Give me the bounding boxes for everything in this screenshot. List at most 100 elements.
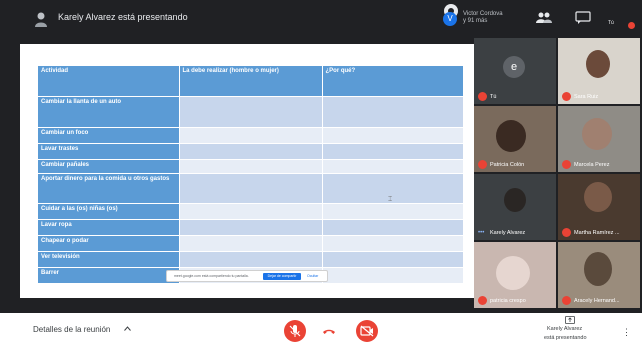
mic-off-button[interactable] xyxy=(284,320,306,342)
participant-name: patricia crespo xyxy=(490,298,526,304)
bottom-bar: Detalles de la reunión Karely Alvarez es… xyxy=(0,313,642,343)
column-header: ¿Por qué? xyxy=(322,66,464,96)
table-row: Cambiar pañales xyxy=(38,158,464,173)
table-row: Lavar ropa xyxy=(38,218,464,235)
share-status-text: meet.google.com está compartiendo tu pan… xyxy=(174,274,249,278)
mic-off-icon xyxy=(478,296,487,305)
presenter-status: está presentando xyxy=(544,335,587,341)
hang-up-icon xyxy=(323,329,335,334)
participant-name: Aracely Hernand... xyxy=(574,298,620,304)
participant-tile[interactable]: ••• Karely Alvarez xyxy=(474,174,556,240)
shared-screen: Actividad La debe realizar (hombre o muj… xyxy=(20,44,474,298)
top-bar: Karely Alvarez está presentando xyxy=(0,0,470,38)
reason-cell xyxy=(322,234,464,251)
table-row: Chapear o podar xyxy=(38,234,464,251)
participant-video xyxy=(496,120,526,152)
answer-cell xyxy=(179,95,323,127)
answer-cell xyxy=(179,218,323,235)
answer-cell xyxy=(179,202,323,219)
answer-cell xyxy=(179,250,323,267)
table-row: Lavar trastes xyxy=(38,142,464,159)
end-call-button[interactable] xyxy=(320,322,338,340)
chat-icon[interactable] xyxy=(575,11,591,25)
column-header: La debe realizar (hombre o mujer) xyxy=(179,66,323,96)
table-row: Ver televisión xyxy=(38,250,464,267)
viewer-count: y 91 más xyxy=(463,18,488,24)
participant-tile[interactable]: patricia crespo xyxy=(474,242,556,308)
self-label: Tú xyxy=(608,20,614,26)
speaking-indicator-icon: ••• xyxy=(478,230,485,236)
answer-cell xyxy=(179,172,323,203)
screen-share-bar: meet.google.com está compartiendo tu pan… xyxy=(166,270,328,282)
participant-name: Sara Ruiz xyxy=(574,94,599,100)
mic-off-icon xyxy=(562,92,571,101)
notification-badge xyxy=(628,22,635,29)
participant-name: Karely Alvarez xyxy=(490,230,526,236)
answer-cell xyxy=(179,234,323,251)
reason-cell xyxy=(322,158,464,173)
participant-video xyxy=(584,252,612,286)
activity-cell: Cambiar un foco xyxy=(38,126,180,143)
presenter-title: Karely Alvarez está presentando xyxy=(58,12,188,22)
participant-name: Martha Ramírez ... xyxy=(574,230,620,236)
chevron-up-icon[interactable] xyxy=(124,326,131,331)
reason-cell xyxy=(322,218,464,235)
camera-off-button[interactable] xyxy=(356,320,378,342)
reason-cell xyxy=(322,250,464,267)
reason-cell xyxy=(322,172,464,203)
activity-cell: Cambiar la llanta de un auto xyxy=(38,95,180,127)
activity-cell: Lavar trastes xyxy=(38,142,180,159)
answer-cell xyxy=(179,126,323,143)
mic-off-icon xyxy=(478,160,487,169)
participant-video xyxy=(586,50,610,78)
reason-cell xyxy=(322,202,464,219)
meeting-details-button[interactable]: Detalles de la reunión xyxy=(33,325,110,334)
text-cursor-icon: ⌶ xyxy=(388,196,393,203)
top-right-controls: V Victor Cordova y 91 más Tú xyxy=(440,0,642,38)
activity-cell: Cambiar pañales xyxy=(38,158,180,173)
mic-off-icon xyxy=(562,160,571,169)
answer-cell xyxy=(179,158,323,173)
activity-cell: Cuidar a las (os) niñas (os) xyxy=(38,202,180,219)
self-avatar: e xyxy=(503,56,525,78)
activity-table: Actividad La debe realizar (hombre o muj… xyxy=(38,66,464,283)
hide-share-bar-button[interactable]: Ocultar xyxy=(307,274,318,278)
participant-video xyxy=(504,188,526,212)
table-row: Aportar dinero para la comida u otros ga… xyxy=(38,172,464,203)
participant-video xyxy=(496,256,530,290)
participant-tile[interactable]: Patricia Colón xyxy=(474,106,556,172)
viewer-name: Victor Cordova xyxy=(463,11,503,17)
table-row: Cambiar un foco xyxy=(38,126,464,143)
table-row: Cuidar a las (os) niñas (os) xyxy=(38,202,464,219)
stop-sharing-button[interactable]: Dejar de compartir xyxy=(263,273,301,280)
activity-sheet: Actividad La debe realizar (hombre o muj… xyxy=(38,66,464,286)
presenter-name: Karely Alvarez xyxy=(547,326,583,332)
participant-tile[interactable]: Marcela Perez xyxy=(558,106,640,172)
mic-off-icon xyxy=(562,296,571,305)
participant-tile[interactable]: Sara Ruiz xyxy=(558,38,640,104)
participant-name: Patricia Colón xyxy=(490,162,525,168)
present-screen-icon[interactable] xyxy=(565,316,575,324)
activity-cell: Chapear o podar xyxy=(38,234,180,251)
mic-off-icon xyxy=(289,325,301,337)
more-options-icon[interactable]: ⋮ xyxy=(622,327,631,338)
mic-off-icon xyxy=(562,228,571,237)
activity-cell: Lavar ropa xyxy=(38,218,180,235)
participant-tile[interactable]: e Tú xyxy=(474,38,556,104)
reason-cell xyxy=(322,266,464,283)
reason-cell xyxy=(322,126,464,143)
column-header: Actividad xyxy=(38,66,180,96)
presenter-avatar-icon xyxy=(35,12,47,27)
viewer-avatar: V xyxy=(443,12,457,26)
participant-tile[interactable]: Martha Ramírez ... xyxy=(558,174,640,240)
participant-video xyxy=(582,118,612,150)
participant-name: Marcela Perez xyxy=(574,162,610,168)
people-icon[interactable] xyxy=(536,11,552,25)
participant-video xyxy=(584,182,612,212)
reason-cell xyxy=(322,142,464,159)
participant-tile[interactable]: Aracely Hernand... xyxy=(558,242,640,308)
participant-grid: e Tú Sara Ruiz Patricia Colón Marcela Pe… xyxy=(474,38,642,313)
activity-cell: Ver televisión xyxy=(38,250,180,267)
mic-off-icon xyxy=(478,92,487,101)
reason-cell xyxy=(322,95,464,127)
